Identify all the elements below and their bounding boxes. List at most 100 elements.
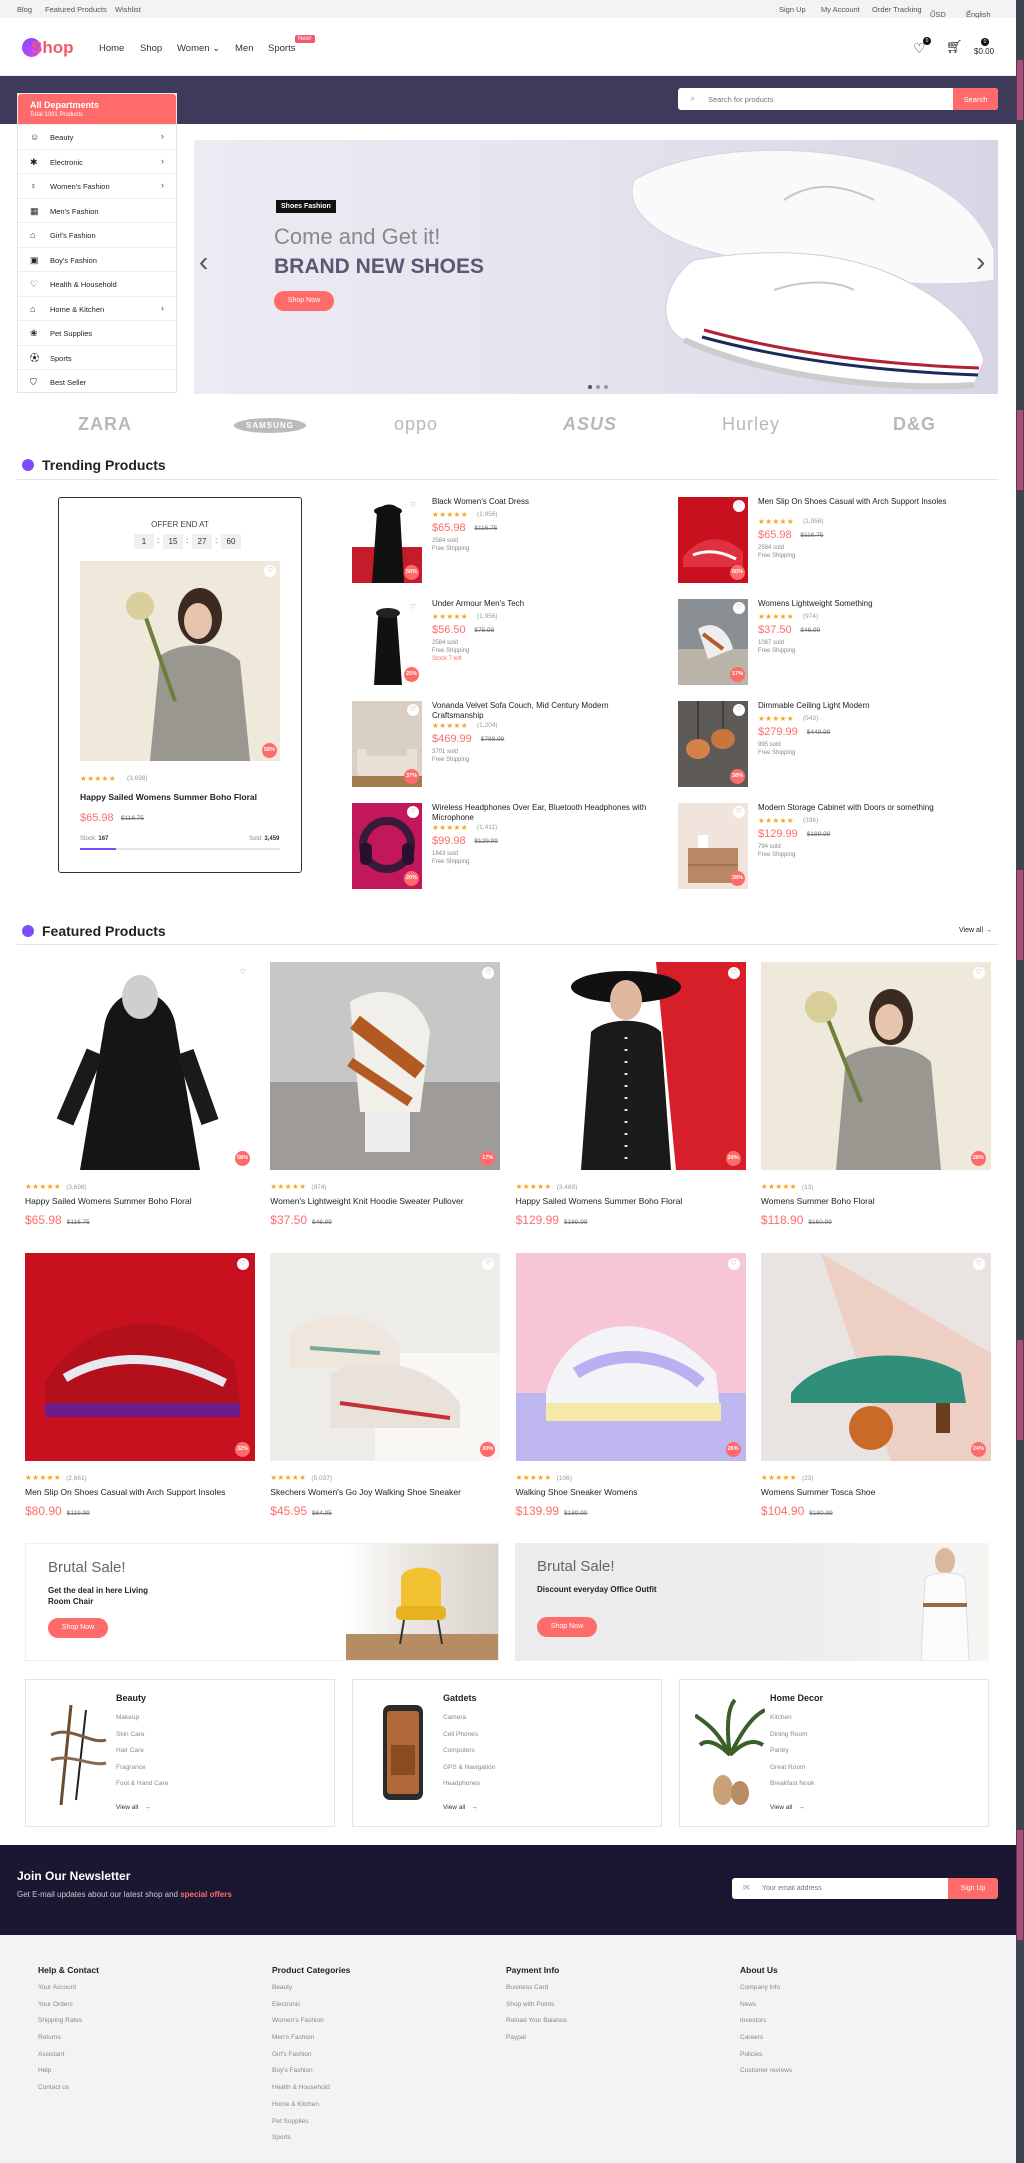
wishlist-heart-icon[interactable]: ♡ [727,1258,740,1270]
category-link[interactable]: Dining Room [770,1731,808,1738]
topbar-link-featured[interactable]: Featured Products [45,5,107,14]
featured-product-name[interactable]: Walking Shoe Sneaker Womens [516,1487,638,1497]
category-view-all[interactable]: View all → [116,1804,151,1811]
footer-link[interactable]: Beauty [272,1984,350,2001]
trending-item[interactable]: ♡ 20% Wireless Headphones Over Ear, Blueto… [352,803,652,893]
shop-logo[interactable]: Shop [22,38,74,58]
category-view-all[interactable]: View all → [443,1804,478,1811]
brand-logo-dg[interactable]: D&G [893,414,936,435]
trending-item[interactable]: ♡ 37% Vonanda Velvet Sofa Couch, Mid Centu… [352,701,652,791]
brand-logo-samsung[interactable]: SAMSUNG [234,418,306,433]
department-item[interactable]: ❀ Pet Supplies [18,320,176,345]
wishlist-heart-icon[interactable]: ♡ [407,500,419,512]
footer-link[interactable]: News [740,2001,792,2018]
search-input[interactable] [708,92,948,106]
footer-link[interactable]: Electronic [272,2001,350,2018]
footer-link[interactable]: Boy's Fashion [272,2067,350,2084]
language-select[interactable]: English ⌄ [966,5,991,19]
trending-item[interactable]: ♡ 50% Black Women's Coat Dress ★★★★★ (1,956)… [352,497,652,587]
topbar-link-account[interactable]: My Account [821,5,860,14]
featured-product-card[interactable]: ♡ 17% ★★★★★ (974) Women's Lightweight Knit H… [270,962,501,1252]
promo-shop-now-button[interactable]: Shop Now [48,1618,108,1638]
trending-item[interactable]: ♡ 50% Men Slip On Shoes Casual with Arch S… [678,497,978,587]
category-title[interactable]: Gatdets [443,1693,477,1703]
footer-link[interactable]: Girl's Fashion [272,2051,350,2068]
wishlist-heart-icon[interactable]: ♡ [727,967,740,979]
department-item[interactable]: ⌂ Girl's Fashion [18,222,176,247]
topbar-link-signup[interactable]: Sign Up [779,5,806,14]
category-link[interactable]: Great Room [770,1764,805,1771]
footer-link[interactable]: Women's Fashion [272,2017,350,2034]
featured-view-all[interactable]: View all → [959,927,992,934]
carousel-prev-icon[interactable]: ‹ [199,246,208,278]
wishlist-heart-icon[interactable]: ♡ [237,1258,249,1270]
category-link[interactable]: Makeup [116,1714,139,1721]
category-link[interactable]: Hair Care [116,1747,144,1754]
brand-logo-hurley[interactable]: Hurley [722,414,780,435]
trending-product-name[interactable]: Dimmable Ceiling Light Modern [758,701,988,711]
department-item[interactable]: ⌂ Home & Kitchen › [18,295,176,321]
footer-link[interactable]: Contact us [38,2084,99,2101]
featured-product-image[interactable] [25,1253,255,1461]
footer-link[interactable]: Shop with Points [506,2001,567,2018]
trending-product-name[interactable]: Wireless Headphones Over Ear, Bluetooth … [432,803,662,823]
footer-link[interactable]: Health & Household [272,2084,350,2101]
footer-link[interactable]: Home & Kitchen [272,2101,350,2118]
footer-link[interactable]: Policies [740,2051,792,2068]
promo-banner-office[interactable]: Brutal Sale! Discount everyday Office Ou… [515,1543,989,1661]
nav-women[interactable]: Women ⌄ [177,43,220,54]
wishlist-heart-icon[interactable]: ♡ [733,500,745,512]
promo-banner-chair[interactable]: Brutal Sale! Get the deal in here Living… [25,1543,499,1661]
featured-product-card[interactable]: ♡ 24% ★★★★★ (3,469) Happy Sailed Womens Summ… [515,962,746,1252]
department-item[interactable]: ♡ Health & Household [18,271,176,296]
category-title[interactable]: Home Decor [770,1693,823,1703]
nav-shop[interactable]: Shop [140,43,162,54]
category-image[interactable] [41,1695,111,1810]
trending-product-name[interactable]: Vonanda Velvet Sofa Couch, Mid Century M… [432,701,662,721]
trending-product-name[interactable]: Black Women's Coat Dress [432,497,662,507]
footer-link[interactable]: Company info [740,1984,792,2001]
featured-product-name[interactable]: Womens Summer Tosca Shoe [761,1487,875,1497]
featured-product-card[interactable]: ♡ 24% ★★★★★ (23) Womens Summer Tosca Shoe $10… [760,1253,991,1543]
search-button[interactable]: Search [953,88,998,110]
department-item[interactable]: ▦ Men's Fashion [18,197,176,223]
wishlist-heart-icon[interactable]: ♡ [407,806,419,818]
wishlist-heart-icon[interactable]: ♡ [733,704,745,716]
featured-product-card[interactable]: ♡ 30% ★★★★★ (5,037) Skechers Women's Go Joy … [270,1253,501,1543]
category-link[interactable]: Cell Phones [443,1731,478,1738]
carousel-next-icon[interactable]: › [976,246,985,278]
featured-product-image[interactable] [760,962,991,1170]
department-item[interactable]: ⚽︎ Sports [18,344,176,370]
featured-product-card[interactable]: ♡ 26% ★★★★★ (13) Womens Summer Boho Floral $1… [760,962,991,1252]
topbar-link-wishlist[interactable]: Wishlist [115,5,141,14]
featured-product-name[interactable]: Happy Sailed Womens Summer Boho Floral [516,1196,683,1206]
category-link[interactable]: Computers [443,1747,475,1754]
featured-product-name[interactable]: Women's Lightweight Knit Hoodie Sweater … [270,1196,463,1206]
wishlist-heart-icon[interactable]: ♡ [237,967,249,979]
trending-product-name[interactable]: Modern Storage Cabinet with Doors or som… [758,803,988,813]
departments-header[interactable]: All Departments Total 1001 Products [18,94,176,124]
footer-link[interactable]: Business Card [506,1984,567,2001]
promo-shop-now-button[interactable]: Shop Now [537,1617,597,1637]
featured-product-image[interactable] [515,1253,746,1461]
department-item[interactable]: ♀ Women's Fashion › [18,173,176,198]
brand-logo-oppo[interactable]: oppo [394,414,438,435]
featured-product-image[interactable] [515,962,746,1170]
wishlist-heart-icon[interactable]: ♡ [972,1258,985,1270]
footer-link[interactable]: Paypal [506,2034,567,2051]
wishlist-heart-icon[interactable]: ♡ [407,704,419,716]
department-item[interactable]: ▣ Boy's Fashion [18,246,176,272]
footer-link[interactable]: Men's Fashion [272,2034,350,2051]
footer-link[interactable]: Your Account [38,1984,99,2001]
featured-product-name[interactable]: Skechers Women's Go Joy Walking Shoe Sne… [270,1487,461,1497]
featured-product-name[interactable]: Womens Summer Boho Floral [761,1196,875,1206]
footer-link[interactable]: Returns [38,2034,99,2051]
featured-product-name[interactable]: Men Slip On Shoes Casual with Arch Suppo… [25,1487,225,1497]
category-link[interactable]: Kitchen [770,1714,792,1721]
brand-logo-asus[interactable]: ASUS [563,414,617,435]
category-link[interactable]: Camera [443,1714,466,1721]
featured-product-name[interactable]: Happy Sailed Womens Summer Boho Floral [25,1196,192,1206]
category-title[interactable]: Beauty [116,1693,146,1703]
trending-item[interactable]: ♡ 38% Modern Storage Cabinet with Doors or… [678,803,978,893]
category-link[interactable]: Fragrance [116,1764,146,1771]
